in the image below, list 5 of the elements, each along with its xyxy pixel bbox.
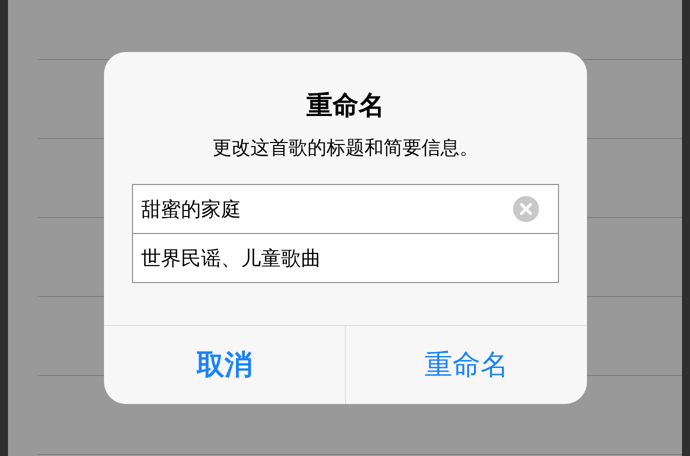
dialog-title: 重命名 xyxy=(306,90,386,123)
text-field[interactable]: 甜蜜的家庭 xyxy=(132,184,559,234)
clear-icon[interactable] xyxy=(513,196,539,222)
dialog-message: 更改这首歌的标题和简要信息。 xyxy=(212,136,480,161)
text-field[interactable]: 世界民谣、儿童歌曲 xyxy=(132,233,559,283)
